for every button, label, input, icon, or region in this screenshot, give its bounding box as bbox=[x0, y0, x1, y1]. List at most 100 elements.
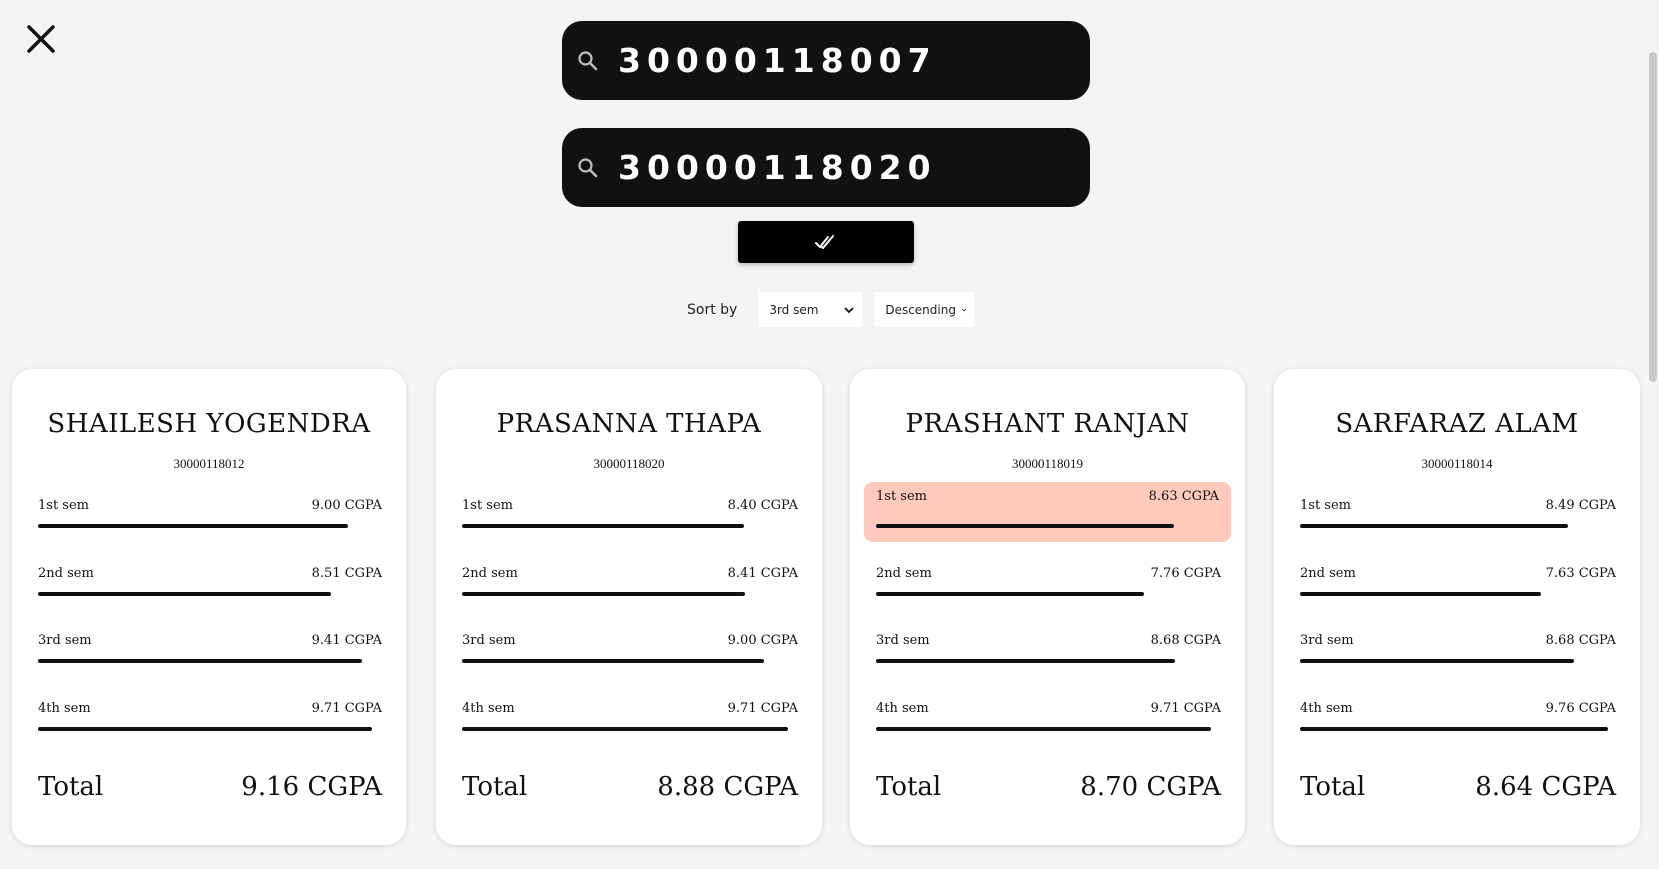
semester-row: 1st sem 8.63 CGPA bbox=[864, 482, 1231, 542]
semester-progress-bar bbox=[1300, 592, 1541, 596]
semester-cgpa: 7.76 CGPA bbox=[1150, 566, 1221, 581]
semester-row: 4th sem 9.71 CGPA bbox=[462, 694, 798, 744]
semester-cgpa: 9.71 CGPA bbox=[727, 701, 798, 716]
semester-label: 1st sem bbox=[38, 498, 89, 513]
semester-row: 2nd sem 8.51 CGPA bbox=[38, 559, 382, 609]
semester-progress-bar bbox=[1300, 524, 1568, 528]
student-card[interactable]: SARFARAZ ALAM 30000118014 1st sem 8.49 CGPA… bbox=[1274, 369, 1640, 845]
semester-cgpa: 8.68 CGPA bbox=[1545, 633, 1616, 648]
student-roll-number: 30000118019 bbox=[1011, 456, 1084, 471]
semester-row: 1st sem 8.49 CGPA bbox=[1300, 491, 1616, 541]
semester-cgpa: 8.68 CGPA bbox=[1150, 633, 1221, 648]
student-roll-number: 30000118020 bbox=[593, 456, 665, 471]
semester-cgpa: 8.49 CGPA bbox=[1545, 498, 1616, 513]
semester-progress-bar bbox=[1300, 727, 1608, 731]
sort-order-select[interactable]: Descending bbox=[875, 292, 975, 327]
semester-row: 4th sem 9.71 CGPA bbox=[876, 694, 1221, 744]
total-label: Total bbox=[1300, 772, 1366, 802]
semester-progress-bar bbox=[462, 524, 744, 528]
search-icon bbox=[578, 157, 598, 177]
semester-label: 1st sem bbox=[462, 498, 513, 513]
semester-row: 3rd sem 8.68 CGPA bbox=[1300, 626, 1616, 676]
semester-progress-bar bbox=[876, 524, 1174, 528]
student-card[interactable]: PRASANNA THAPA 30000118020 1st sem 8.40 CGP… bbox=[436, 369, 822, 845]
semester-progress-bar bbox=[876, 659, 1175, 663]
student-roll-number: 30000118014 bbox=[1421, 456, 1493, 471]
search-field-first[interactable] bbox=[562, 21, 1090, 100]
semester-cgpa: 9.76 CGPA bbox=[1545, 701, 1616, 716]
semester-label: 4th sem bbox=[462, 701, 515, 716]
student-roll-number: 30000118012 bbox=[173, 456, 245, 471]
student-name: PRASHANT RANJAN bbox=[905, 409, 1190, 439]
semester-cgpa: 8.41 CGPA bbox=[727, 566, 798, 581]
semester-cgpa: 9.71 CGPA bbox=[1150, 701, 1221, 716]
semester-label: 3rd sem bbox=[876, 633, 930, 648]
semester-row: 2nd sem 7.63 CGPA bbox=[1300, 559, 1616, 609]
semester-row: 3rd sem 9.00 CGPA bbox=[462, 626, 798, 676]
sort-label: Sort by bbox=[687, 301, 738, 318]
semester-label: 4th sem bbox=[1300, 701, 1353, 716]
semester-row: 3rd sem 8.68 CGPA bbox=[876, 626, 1221, 676]
total-label: Total bbox=[462, 772, 528, 802]
chevron-down-icon bbox=[844, 306, 854, 313]
semester-label: 1st sem bbox=[876, 489, 927, 504]
semester-label: 1st sem bbox=[1300, 498, 1351, 513]
scrollbar-thumb[interactable] bbox=[1649, 52, 1657, 382]
search-input-first[interactable] bbox=[618, 41, 1048, 80]
semester-label: 4th sem bbox=[876, 701, 929, 716]
student-name: SHAILESH YOGENDRA bbox=[47, 409, 371, 439]
total-cgpa: 8.70 CGPA bbox=[1080, 772, 1221, 802]
semester-label: 3rd sem bbox=[462, 633, 516, 648]
compare-submit-button[interactable] bbox=[738, 221, 914, 263]
semester-row: 1st sem 9.00 CGPA bbox=[38, 491, 382, 541]
semester-label: 2nd sem bbox=[38, 566, 94, 581]
vertical-scrollbar[interactable] bbox=[1647, 0, 1659, 869]
semester-label: 3rd sem bbox=[38, 633, 92, 648]
semester-label: 4th sem bbox=[38, 701, 91, 716]
double-check-icon bbox=[815, 235, 834, 249]
semester-cgpa: 9.41 CGPA bbox=[311, 633, 382, 648]
close-icon bbox=[27, 25, 55, 53]
semester-cgpa: 9.00 CGPA bbox=[727, 633, 798, 648]
semester-cgpa: 8.51 CGPA bbox=[311, 566, 382, 581]
search-input-second[interactable] bbox=[618, 148, 1048, 187]
student-card[interactable]: PRASHANT RANJAN 30000118019 1st sem 8.63 CG… bbox=[850, 369, 1245, 845]
semester-row: 3rd sem 9.41 CGPA bbox=[38, 626, 382, 676]
semester-cgpa: 8.40 CGPA bbox=[727, 498, 798, 513]
total-cgpa: 8.64 CGPA bbox=[1475, 772, 1616, 802]
semester-progress-bar bbox=[876, 727, 1211, 731]
semester-progress-bar bbox=[38, 727, 372, 731]
sort-field-select[interactable]: 3rd sem bbox=[759, 292, 863, 327]
semester-row: 4th sem 9.76 CGPA bbox=[1300, 694, 1616, 744]
student-name: SARFARAZ ALAM bbox=[1335, 409, 1579, 439]
chevron-down-icon bbox=[962, 308, 967, 311]
semester-label: 2nd sem bbox=[1300, 566, 1356, 581]
total-cgpa: 9.16 CGPA bbox=[241, 772, 382, 802]
semester-progress-bar bbox=[462, 727, 788, 731]
semester-progress-bar bbox=[1300, 659, 1574, 663]
semester-row: 2nd sem 8.41 CGPA bbox=[462, 559, 798, 609]
close-button[interactable] bbox=[24, 22, 58, 56]
semester-progress-bar bbox=[38, 592, 331, 596]
semester-label: 2nd sem bbox=[462, 566, 518, 581]
semester-cgpa: 9.00 CGPA bbox=[311, 498, 382, 513]
semester-cgpa: 8.63 CGPA bbox=[1148, 489, 1219, 504]
semester-label: 2nd sem bbox=[876, 566, 932, 581]
search-icon bbox=[578, 50, 598, 70]
student-card[interactable]: SHAILESH YOGENDRA 30000118012 1st sem 9.00 … bbox=[12, 369, 406, 845]
semester-progress-bar bbox=[38, 524, 348, 528]
student-name: PRASANNA THAPA bbox=[496, 409, 762, 439]
semester-cgpa: 7.63 CGPA bbox=[1545, 566, 1616, 581]
total-label: Total bbox=[876, 772, 942, 802]
semester-row: 4th sem 9.71 CGPA bbox=[38, 694, 382, 744]
semester-cgpa: 9.71 CGPA bbox=[311, 701, 382, 716]
total-label: Total bbox=[38, 772, 104, 802]
semester-progress-bar bbox=[38, 659, 362, 663]
total-cgpa: 8.88 CGPA bbox=[657, 772, 798, 802]
semester-progress-bar bbox=[876, 592, 1144, 596]
search-field-second[interactable] bbox=[562, 128, 1090, 207]
semester-label: 3rd sem bbox=[1300, 633, 1354, 648]
semester-progress-bar bbox=[462, 592, 745, 596]
semester-progress-bar bbox=[462, 659, 764, 663]
semester-row: 2nd sem 7.76 CGPA bbox=[876, 559, 1221, 609]
